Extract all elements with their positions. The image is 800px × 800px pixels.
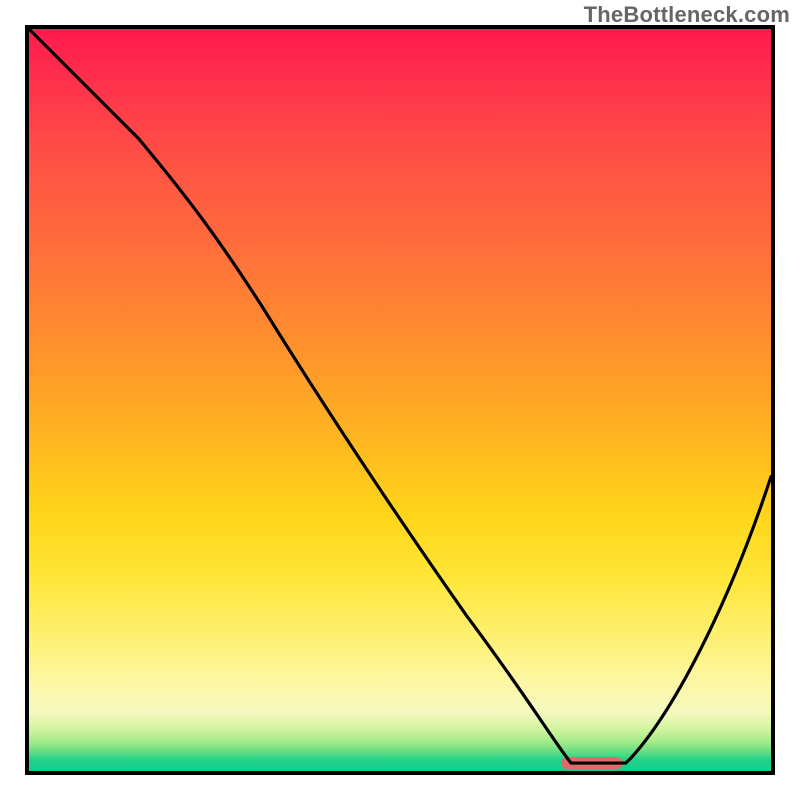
bottleneck-curve (29, 29, 771, 771)
chart-container: TheBottleneck.com (0, 0, 800, 800)
curve-path (29, 29, 771, 763)
plot-frame (25, 25, 775, 775)
